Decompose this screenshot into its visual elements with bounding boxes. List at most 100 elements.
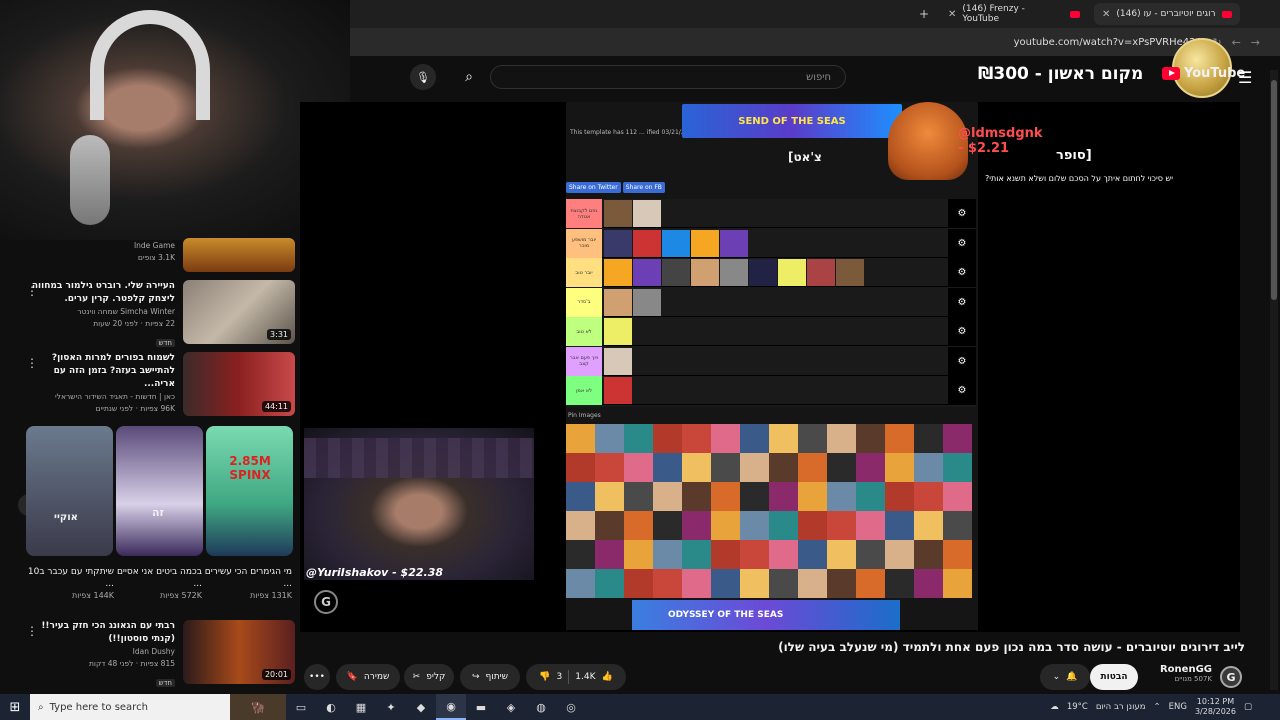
tier-item[interactable] (604, 229, 632, 257)
bison-widget-icon[interactable]: 🦬 (230, 694, 286, 720)
pool-item[interactable] (798, 424, 827, 453)
video-title[interactable]: רבתי עם הגאונג הכי חזק בעיר!! (קנתי סוסט… (25, 620, 175, 646)
pool-item[interactable] (914, 511, 943, 540)
pool-item[interactable] (595, 540, 624, 569)
pool-item[interactable] (769, 540, 798, 569)
pool-item[interactable] (798, 511, 827, 540)
channel-name[interactable]: Inde Game (25, 240, 175, 252)
task-view-icon[interactable]: ▭ (286, 694, 316, 720)
subscribe-button[interactable]: הבטות (1090, 664, 1138, 690)
short-thumbnail[interactable]: 2.85M SPINX (206, 426, 293, 556)
pool-item[interactable] (827, 424, 856, 453)
pool-item[interactable] (566, 540, 595, 569)
tier-item[interactable] (749, 259, 777, 286)
video-player[interactable]: This template has 112 ... ified 03/21/20… (300, 102, 1240, 632)
pool-item[interactable] (682, 424, 711, 453)
tier-item[interactable] (836, 259, 864, 286)
short-title[interactable]: מי הגימרים הכי עשירים ... (204, 566, 292, 590)
pool-item[interactable] (653, 540, 682, 569)
scrollbar-thumb[interactable] (1271, 80, 1277, 300)
pool-item[interactable] (798, 453, 827, 482)
tier-label[interactable]: לא אמן (566, 376, 602, 405)
discord-icon[interactable]: ◍ (526, 694, 556, 720)
pool-item[interactable] (914, 569, 943, 598)
short-thumbnail[interactable]: אוקיי (26, 426, 113, 556)
scrollbar[interactable] (1270, 70, 1278, 690)
pool-item[interactable] (798, 540, 827, 569)
pool-item[interactable] (943, 453, 972, 482)
pool-item[interactable] (653, 482, 682, 511)
tier-settings-icon[interactable]: ⚙ (948, 346, 976, 376)
channel-name[interactable]: Idan Dushy (25, 646, 175, 658)
search-icon[interactable]: ⌕ (454, 65, 484, 89)
short-thumbnail[interactable]: זה (116, 426, 203, 556)
pool-item[interactable] (595, 453, 624, 482)
pool-item[interactable] (769, 482, 798, 511)
share-fb-button[interactable]: Share on FB (622, 182, 665, 193)
share-twitter-button[interactable]: Share on Twitter (566, 182, 621, 193)
pool-item[interactable] (566, 424, 595, 453)
tier-item[interactable] (633, 259, 661, 286)
pool-item[interactable] (943, 424, 972, 453)
pool-item[interactable] (711, 453, 740, 482)
tier-label[interactable]: גוזם לקבוצת אגודה (566, 199, 602, 228)
channel-info[interactable]: RonenGG 507K מנויים (1140, 664, 1212, 694)
tier-settings-icon[interactable]: ⚙ (948, 376, 976, 405)
tier-settings-icon[interactable]: ⚙ (948, 199, 976, 228)
tier-item[interactable] (604, 288, 632, 316)
pool-item[interactable] (595, 569, 624, 598)
tier-settings-icon[interactable]: ⚙ (948, 258, 976, 287)
new-tab-button[interactable]: + (914, 7, 934, 21)
pool-item[interactable] (740, 569, 769, 598)
pool-item[interactable] (624, 569, 653, 598)
tier-item[interactable] (604, 200, 632, 227)
vscode-icon[interactable]: ◈ (496, 694, 526, 720)
short-title[interactable]: שיתקתי עם עכבר ב10 ... (26, 566, 114, 590)
pool-item[interactable] (624, 453, 653, 482)
pool-item[interactable] (885, 540, 914, 569)
pool-item[interactable] (653, 453, 682, 482)
folder-icon[interactable]: ▬ (466, 694, 496, 720)
tier-item[interactable] (604, 318, 632, 345)
tier-item[interactable] (633, 229, 661, 257)
pool-item[interactable] (566, 453, 595, 482)
list-item[interactable]: ⋮ 3:31 העיירה שלי. רוברט גילמור במחווה ל… (20, 280, 295, 347)
pool-item[interactable] (856, 482, 885, 511)
pool-item[interactable] (827, 453, 856, 482)
tier-label[interactable]: ב'סדר (566, 287, 602, 317)
video-thumbnail[interactable] (183, 238, 295, 272)
tier-settings-icon[interactable]: ⚙ (948, 287, 976, 317)
list-item[interactable]: ⋮ 20:01 רבתי עם הגאונג הכי חזק בעיר!! (ק… (20, 620, 295, 687)
pool-item[interactable] (624, 540, 653, 569)
pool-item[interactable] (711, 482, 740, 511)
tier-item[interactable] (778, 259, 806, 286)
pool-item[interactable] (943, 569, 972, 598)
short-title[interactable]: בכמה ביטים אני אסיים ... (114, 566, 202, 590)
pool-item[interactable] (885, 453, 914, 482)
tier-settings-icon[interactable]: ⚙ (948, 228, 976, 258)
edge-icon[interactable]: ◐ (316, 694, 346, 720)
short-caption[interactable]: מי הגימרים הכי עשירים ... 131K צפיות (204, 566, 292, 602)
tier-label[interactable]: ויוך פעם אבר קצב (566, 346, 602, 376)
share-button[interactable]: ↪ שיתוף (460, 664, 520, 690)
pool-item[interactable] (856, 511, 885, 540)
pool-item[interactable] (595, 482, 624, 511)
notification-icon[interactable]: ▢ (1244, 702, 1252, 712)
pool-item[interactable] (653, 569, 682, 598)
pool-item[interactable] (624, 482, 653, 511)
tier-item[interactable] (720, 229, 748, 257)
pool-item[interactable] (827, 540, 856, 569)
video-thumbnail[interactable]: 3:31 (183, 280, 295, 344)
tier-settings-icon[interactable]: ⚙ (948, 317, 976, 346)
forward-icon[interactable]: → (1251, 36, 1260, 49)
pool-item[interactable] (711, 511, 740, 540)
pool-item[interactable] (624, 424, 653, 453)
pool-item[interactable] (740, 511, 769, 540)
language-indicator[interactable]: ENG (1169, 702, 1187, 712)
taskbar-search[interactable]: ⌕ Type here to search (30, 694, 230, 720)
tier-item[interactable] (807, 259, 835, 286)
pool-item[interactable] (682, 482, 711, 511)
tier-item[interactable] (604, 259, 632, 286)
tier-item[interactable] (604, 377, 632, 404)
like-icon[interactable]: 👍 (601, 672, 612, 682)
